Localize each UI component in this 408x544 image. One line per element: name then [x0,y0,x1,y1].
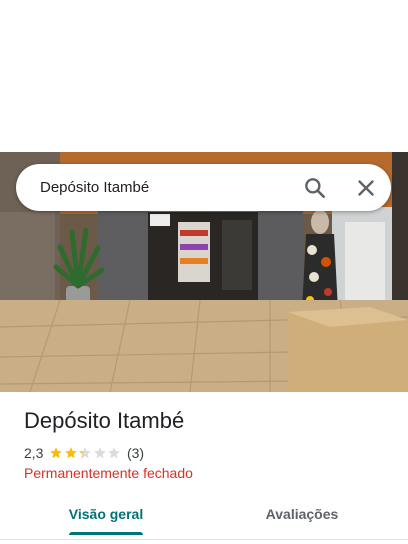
review-count[interactable]: (3) [127,445,144,461]
rating-value: 2,3 [24,445,44,461]
star-empty-icon [108,447,121,459]
place-title: Depósito Itambé [24,408,185,433]
search-query-text[interactable]: Depósito Itambé [40,164,149,211]
star-empty-icon [94,447,106,459]
star-filled-icon [50,447,63,459]
rating-stars [49,446,122,460]
closed-status: Permanentemente fechado [24,465,193,481]
tabs-divider [0,539,408,540]
star-half-icon [79,447,92,459]
tab-overview[interactable]: Visão geral [52,496,160,536]
search-icon[interactable] [302,175,328,201]
tab-bar: Visão geral Avaliações [0,496,408,536]
rating-row[interactable]: 2,3 (3) [24,444,144,462]
place-details-page: Depósito Itambé Depósito Itambé 2,3 (3) … [0,0,408,544]
search-bar[interactable]: Depósito Itambé [16,164,391,211]
tab-reviews[interactable]: Avaliações [246,496,358,536]
close-icon[interactable] [353,175,379,201]
selected-tab-indicator [69,532,143,535]
star-filled-icon [65,447,77,459]
